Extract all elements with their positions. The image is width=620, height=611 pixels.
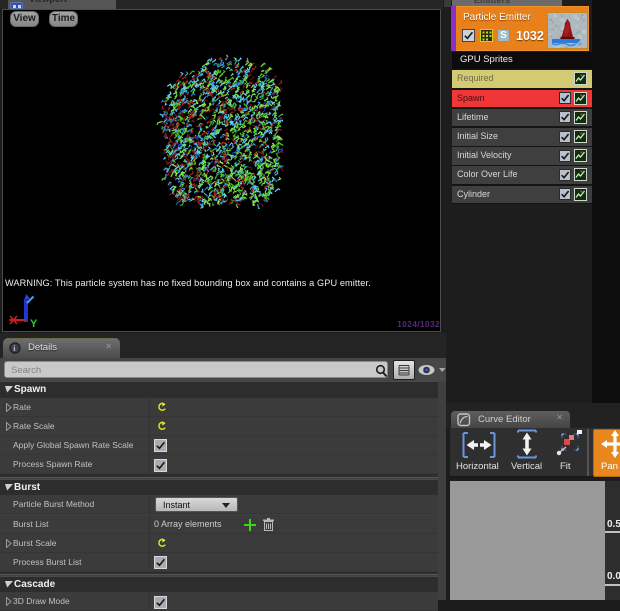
svg-text:Y: Y <box>30 318 38 330</box>
